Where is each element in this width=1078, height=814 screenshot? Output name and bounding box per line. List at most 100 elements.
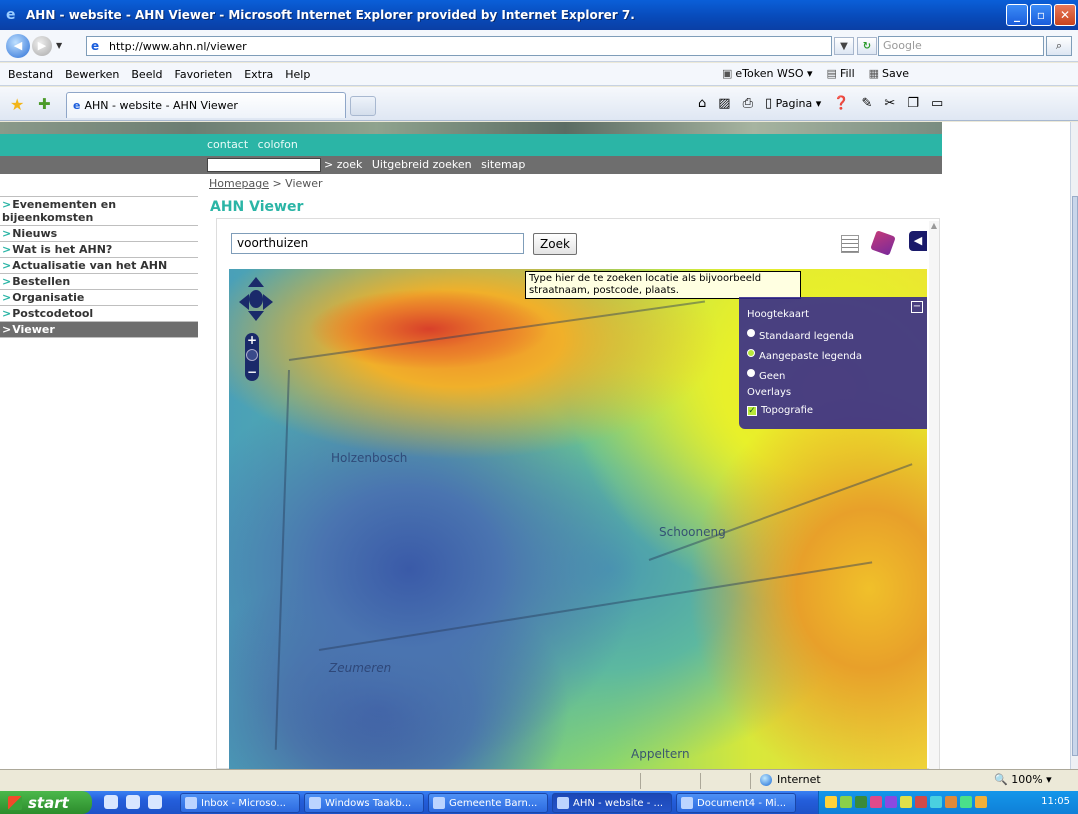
layer-option-standaard[interactable]: Standaard legenda <box>747 328 854 342</box>
fill-link[interactable]: ▤ Fill <box>827 67 855 80</box>
start-button[interactable]: start <box>0 791 92 814</box>
pan-control[interactable] <box>239 277 273 327</box>
page-menu[interactable]: ▯ Pagina ▾ <box>765 96 821 111</box>
url-dropdown-icon[interactable]: ▼ <box>834 37 854 55</box>
advanced-search-link[interactable]: Uitgebreid zoeken <box>372 158 472 171</box>
breadcrumb-home-link[interactable]: Homepage <box>209 177 269 190</box>
location-search-input[interactable]: voorthuizen <box>231 233 524 254</box>
checkbox-topografie[interactable]: ✓ <box>747 405 757 416</box>
menu-bewerken[interactable]: Bewerken <box>59 68 125 81</box>
pan-down-icon[interactable] <box>248 311 264 321</box>
help-icon[interactable]: ❓ <box>833 96 849 111</box>
colofon-link[interactable]: colofon <box>258 138 298 151</box>
browser-search-input[interactable]: Google <box>878 36 1044 56</box>
menu-help[interactable]: Help <box>279 68 316 81</box>
sidebar-item-bestellen[interactable]: >Bestellen <box>0 274 198 290</box>
sitemap-link[interactable]: sitemap <box>481 158 525 171</box>
maximize-button[interactable]: ▫ <box>1030 4 1052 26</box>
overlay-topografie[interactable]: ✓ Topografie <box>747 405 813 416</box>
paste-icon[interactable]: ▭ <box>931 96 943 111</box>
pen-icon[interactable]: ✎ <box>861 96 872 111</box>
quick-launch-ie-icon[interactable] <box>126 795 140 809</box>
history-dropdown-icon[interactable]: ▼ <box>56 41 62 50</box>
elevation-map[interactable]: Holzenbosch Schooneng Zeumeren Appeltern… <box>229 269 927 769</box>
tray-app-icon[interactable] <box>885 796 897 808</box>
favorites-star-icon[interactable]: ★ <box>10 95 24 114</box>
sidebar-item-wat-is-het-ahn[interactable]: >Wat is het AHN? <box>0 242 198 258</box>
viewer-scrollbar[interactable]: ▲ <box>929 221 939 769</box>
pan-left-icon[interactable] <box>239 294 249 310</box>
zoek-button[interactable]: Zoek <box>533 233 577 255</box>
tray-status-icon[interactable] <box>855 796 867 808</box>
refresh-icon[interactable]: ↻ <box>857 37 877 55</box>
new-tab-button[interactable] <box>350 96 376 116</box>
radio-standaard[interactable] <box>747 328 755 337</box>
page-scrollbar[interactable] <box>1070 122 1078 769</box>
home-icon[interactable]: ⌂ <box>698 96 706 111</box>
legend-icon[interactable] <box>841 235 859 253</box>
copy-icon[interactable]: ❐ <box>907 96 919 111</box>
scroll-thumb[interactable] <box>1072 196 1078 756</box>
menu-bestand[interactable]: Bestand <box>0 68 59 81</box>
task-document4[interactable]: Document4 - Mi... <box>676 793 796 813</box>
task-windows-taakbalk[interactable]: Windows Taakb... <box>304 793 424 813</box>
add-favorite-icon[interactable]: ✚ <box>38 95 51 113</box>
zoek-link[interactable]: > zoek <box>324 158 362 171</box>
tray-app-icon[interactable] <box>975 796 987 808</box>
clock[interactable]: 11:05 <box>1041 796 1070 807</box>
panel-toggle-icon[interactable]: ◀ <box>909 231 927 251</box>
cut-icon[interactable]: ✂ <box>884 96 895 111</box>
back-button[interactable]: ◀ <box>6 33 30 58</box>
tray-vpn-icon[interactable] <box>840 796 852 808</box>
pan-right-icon[interactable] <box>263 294 273 310</box>
feeds-icon[interactable]: ▨ <box>718 96 730 111</box>
scroll-up-icon[interactable]: ▲ <box>929 221 939 233</box>
tab-ahn-viewer[interactable]: e AHN - website - AHN Viewer <box>66 92 346 118</box>
radio-aangepaste[interactable] <box>747 348 755 357</box>
tray-app-icon[interactable] <box>945 796 957 808</box>
close-button[interactable]: ✕ <box>1054 4 1076 26</box>
sidebar-item-viewer[interactable]: >Viewer <box>0 322 198 338</box>
quick-launch-outlook-icon[interactable] <box>148 795 162 809</box>
tray-app-icon[interactable] <box>915 796 927 808</box>
search-icon[interactable]: ⌕ <box>1046 36 1072 56</box>
minimize-panel-icon[interactable]: − <box>911 301 923 313</box>
layer-option-geen[interactable]: Geen <box>747 368 785 382</box>
url-field[interactable]: e http://www.ahn.nl/viewer <box>86 36 832 56</box>
tray-mail-icon[interactable] <box>825 796 837 808</box>
sidebar-item-evenementen[interactable]: >Evenementen en bijeenkomsten <box>0 196 198 226</box>
menu-favorieten[interactable]: Favorieten <box>169 68 239 81</box>
layer-option-aangepaste[interactable]: Aangepaste legenda <box>747 348 862 362</box>
print-icon[interactable]: ⎙ <box>743 96 753 111</box>
map-road <box>648 463 913 561</box>
contact-link[interactable]: contact <box>207 138 248 151</box>
task-inbox[interactable]: Inbox - Microso... <box>180 793 300 813</box>
sidebar-item-actualisatie[interactable]: >Actualisatie van het AHN <box>0 258 198 274</box>
minimize-button[interactable]: _ <box>1006 4 1028 26</box>
etoken-link[interactable]: ▣ eToken WSO ▾ <box>722 67 813 80</box>
site-search-input[interactable] <box>207 158 321 172</box>
zoom-out-icon[interactable]: − <box>245 365 259 379</box>
task-gemeente[interactable]: Gemeente Barn... <box>428 793 548 813</box>
tray-app-icon[interactable] <box>960 796 972 808</box>
tray-app-icon[interactable] <box>900 796 912 808</box>
tray-app-icon[interactable] <box>870 796 882 808</box>
sidebar-item-postcodetool[interactable]: >Postcodetool <box>0 306 198 322</box>
eraser-icon[interactable] <box>870 230 896 256</box>
radio-geen[interactable] <box>747 368 755 377</box>
quick-launch-icon[interactable] <box>104 795 118 809</box>
zoom-in-icon[interactable]: + <box>245 333 259 347</box>
page-title: AHN Viewer <box>210 199 304 215</box>
task-ahn-website[interactable]: AHN - website - ... <box>552 793 672 813</box>
forward-button[interactable]: ▶ <box>32 35 52 56</box>
window-icon <box>309 797 321 809</box>
tray-app-icon[interactable] <box>930 796 942 808</box>
pan-up-icon[interactable] <box>248 277 264 287</box>
save-link[interactable]: ▦ Save <box>869 67 909 80</box>
globe-icon[interactable] <box>246 349 258 361</box>
menu-extra[interactable]: Extra <box>238 68 279 81</box>
menu-beeld[interactable]: Beeld <box>125 68 168 81</box>
sidebar-item-nieuws[interactable]: >Nieuws <box>0 226 198 242</box>
sidebar-item-organisatie[interactable]: >Organisatie <box>0 290 198 306</box>
zoom-level[interactable]: 🔍 100% ▾ <box>994 773 1052 786</box>
